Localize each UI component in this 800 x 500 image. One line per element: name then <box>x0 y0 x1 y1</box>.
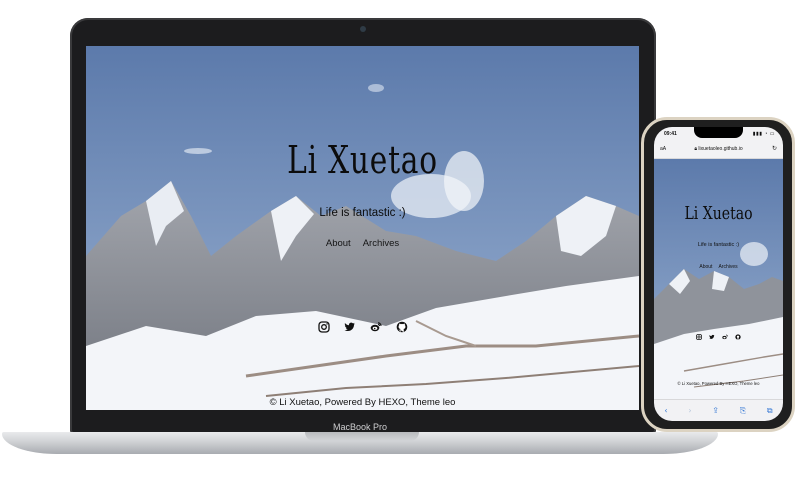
weibo-icon[interactable] <box>370 318 382 337</box>
mobile-site-subtitle: Life is fantastic :) <box>697 242 740 248</box>
instagram-icon[interactable] <box>317 318 330 337</box>
laptop-camera <box>360 26 366 32</box>
mountain-background-mobile <box>654 159 783 399</box>
social-links <box>86 318 639 337</box>
github-icon[interactable] <box>735 325 741 344</box>
instagram-icon[interactable] <box>696 325 702 344</box>
weibo-icon[interactable] <box>722 325 728 344</box>
reload-icon[interactable]: ↻ <box>772 145 777 152</box>
nav-link-about[interactable]: About <box>326 238 351 249</box>
forward-icon[interactable]: › <box>688 406 691 415</box>
mobile-site-nav: About Archives <box>654 264 783 270</box>
twitter-icon[interactable] <box>344 318 356 337</box>
share-icon[interactable]: ⇪ <box>712 406 719 415</box>
tabs-icon[interactable]: ⧉ <box>767 406 773 416</box>
mountain-background <box>86 46 639 410</box>
site-title[interactable]: Li Xuetao <box>147 138 578 182</box>
url-label: lixuetaoleo.github.io <box>698 146 743 152</box>
phone-page: Li Xuetao Life is fantastic :) About Arc… <box>654 159 783 399</box>
github-icon[interactable] <box>396 318 408 337</box>
phone-time: 09:41 <box>664 131 677 137</box>
mobile-site-footer: © Li Xuetao, Powered By HEXO, Theme leo <box>677 381 760 386</box>
mobile-nav-link-archives[interactable]: Archives <box>718 264 737 270</box>
back-icon[interactable]: ‹ <box>664 406 667 415</box>
phone-url-bar[interactable]: aA 🔒︎ lixuetaoleo.github.io ↻ <box>654 141 783 159</box>
mobile-nav-link-about[interactable]: About <box>699 264 712 270</box>
twitter-icon[interactable] <box>709 325 715 344</box>
site-subtitle: Life is fantastic :) <box>319 207 406 219</box>
site-footer: © Li Xuetao, Powered By HEXO, Theme leo <box>269 397 456 408</box>
laptop-screen: Li Xuetao Life is fantastic :) About Arc… <box>86 46 639 410</box>
url-text[interactable]: 🔒︎ lixuetaoleo.github.io <box>654 146 783 152</box>
laptop-trackpad-notch <box>305 432 419 441</box>
site-nav: About Archives <box>86 238 639 249</box>
lock-icon: 🔒︎ <box>694 146 698 152</box>
phone-screen: 09:41 ▮▮▮ ◔ ▭ aA 🔒︎ lixuetaoleo.github.i… <box>654 127 783 421</box>
mobile-site-title[interactable]: Li Xuetao <box>668 203 769 224</box>
laptop-brand-label: MacBook Pro <box>332 422 388 432</box>
nav-link-archives[interactable]: Archives <box>363 238 399 249</box>
mobile-social-links <box>654 325 783 344</box>
phone-notch <box>694 127 743 138</box>
bookmarks-icon[interactable]: ⎘ <box>740 406 746 416</box>
safari-toolbar: ‹ › ⇪ ⎘ ⧉ <box>654 399 783 421</box>
signal-wifi-battery-icon: ▮▮▮ ◔ ▭ <box>752 131 775 137</box>
